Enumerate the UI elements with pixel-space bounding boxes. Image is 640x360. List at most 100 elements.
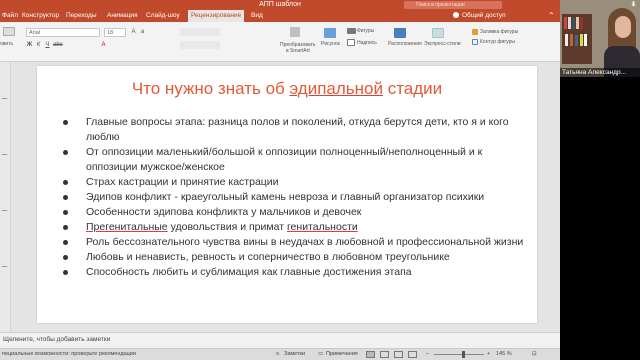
search-input[interactable]: Поиск в презентации — [404, 1, 502, 9]
bullet-text: Любовь и ненависть, ревность и соперниче… — [86, 251, 450, 263]
tab-slideshow[interactable]: Слайд-шоу — [146, 10, 180, 22]
outline-label: Контур фигуры — [480, 39, 515, 45]
share-icon — [453, 12, 459, 18]
slide-title-part: стадии — [382, 79, 443, 98]
slideshow-view-icon[interactable] — [408, 351, 417, 358]
slide-title[interactable]: Что нужно знать об эдипальной стадии — [37, 79, 537, 99]
tab-transitions[interactable]: Переходы — [66, 10, 97, 22]
strikethrough-icon[interactable]: abc — [53, 42, 63, 49]
participant-name: Татьяна Александр... — [560, 68, 640, 77]
shapes-icon[interactable] — [347, 28, 356, 34]
microphone-icon — [631, 1, 636, 7]
book — [575, 35, 578, 46]
chevron-up-icon[interactable]: ⌃ — [548, 12, 556, 20]
bullet-text: Эдипов конфликт - краеугольный камень не… — [86, 191, 485, 203]
comments-button[interactable]: Примечания — [326, 349, 358, 360]
bullet-item[interactable]: Способность любить и сублимация как глав… — [57, 265, 525, 280]
normal-view-icon[interactable] — [366, 351, 375, 358]
status-bar: пециальные возможности: проверьте рекоме… — [0, 348, 560, 360]
arrange-icon[interactable] — [394, 28, 406, 38]
bullet-item[interactable]: Особенности эдипова конфликта у мальчико… — [57, 205, 525, 220]
alignment-group — [180, 41, 220, 49]
zoom-slider[interactable] — [434, 354, 484, 355]
bullet-text: удовольствия и примат — [167, 221, 287, 233]
zoom-slider-handle[interactable] — [462, 351, 465, 358]
picture-icon[interactable] — [324, 28, 336, 38]
fit-slide-icon[interactable]: ⊡ — [532, 349, 537, 360]
thumbnail-marker[interactable] — [2, 98, 7, 99]
comments-icon[interactable]: ▭ — [318, 349, 323, 360]
paragraph-group — [180, 28, 220, 36]
thumbnail-marker[interactable] — [2, 210, 7, 211]
tab-view[interactable]: Вид — [251, 10, 263, 22]
tab-animation[interactable]: Анимация — [107, 10, 138, 22]
bullet-item[interactable]: Эдипов конфликт - краеугольный камень не… — [57, 190, 525, 205]
bullet-item[interactable]: Страх кастрации и принятие кастрации — [57, 175, 525, 190]
webcam-panel: Татьяна Александр... — [560, 0, 640, 360]
slide-title-misspelled-word: эдипальной — [289, 79, 383, 98]
font-size-select[interactable]: 18 — [104, 28, 126, 37]
book — [564, 17, 567, 29]
notes-toggle-button[interactable]: Заметки — [284, 349, 305, 360]
slide-title-part: Что нужно знать об — [131, 79, 290, 98]
smartart-label-2: в SmartArt — [286, 48, 310, 54]
underline-icon[interactable]: Ч — [44, 42, 51, 49]
sorter-view-icon[interactable] — [380, 351, 389, 358]
bullet-item[interactable]: Главные вопросы этапа: разница полов и п… — [57, 115, 525, 145]
zoom-out-icon[interactable]: – — [426, 349, 429, 360]
font-grow-icon[interactable]: A — [130, 29, 137, 36]
outline-icon[interactable] — [472, 39, 478, 45]
thumbnail-marker[interactable] — [2, 266, 7, 267]
slide-editing-area[interactable]: Что нужно знать об эдипальной стадии Гла… — [11, 62, 560, 332]
quick-styles-label: Экспресс-стили — [424, 41, 461, 47]
font-name-select[interactable]: Arial — [26, 28, 100, 37]
smartart-icon[interactable] — [290, 27, 300, 37]
shapes-label: Фигуры — [357, 28, 375, 34]
quick-styles-icon[interactable] — [432, 28, 444, 38]
bullet-item[interactable]: От оппозиции маленький/большой к оппозиц… — [57, 145, 525, 175]
slide[interactable]: Что нужно знать об эдипальной стадии Гла… — [37, 66, 537, 323]
bullet-item[interactable]: Любовь и ненависть, ревность и соперниче… — [57, 250, 525, 265]
bullet-list[interactable]: Главные вопросы этапа: разница полов и п… — [57, 115, 525, 280]
reading-view-icon[interactable] — [394, 351, 403, 358]
slide-thumbnails-panel[interactable] — [0, 62, 11, 332]
ribbon-tabs: Файл Конструктор Переходы Анимация Слайд… — [0, 10, 560, 22]
bullet-text-misspelled: Прегенитальные — [86, 221, 168, 233]
bold-icon[interactable]: Ж — [26, 42, 33, 49]
notes-toggle-icon[interactable]: ≡ — [276, 349, 279, 360]
font-shrink-icon[interactable]: a — [139, 29, 146, 36]
tab-file[interactable]: Файл — [2, 10, 18, 22]
bullet-text: Страх кастрации и принятие кастрации — [86, 176, 279, 188]
font-color-icon[interactable]: A — [100, 42, 107, 49]
textbox-label: Надпись — [357, 40, 377, 46]
notes-placeholder[interactable]: Щелкните, чтобы добавить заметки — [3, 333, 110, 347]
bullet-text: Особенности эдипова конфликта у мальчико… — [86, 206, 362, 218]
layout-button[interactable]: овить — [0, 24, 18, 60]
notes-pane[interactable]: Щелкните, чтобы добавить заметки — [0, 332, 560, 348]
book — [580, 34, 583, 46]
picture-label: Рисунок — [321, 41, 340, 47]
thumbnail-marker[interactable] — [2, 154, 7, 155]
italic-icon[interactable]: К — [35, 42, 42, 49]
ribbon: овить Arial 18 A a Ж К Ч abc A Преобразо… — [0, 22, 560, 62]
bullet-item[interactable]: Прегенитальные удовольствия и примат ген… — [57, 220, 525, 235]
book — [568, 17, 571, 29]
bullet-item[interactable]: Роль бессознательного чувства вины в неу… — [57, 235, 525, 250]
zoom-level[interactable]: 145 % — [496, 349, 512, 360]
zoom-in-icon[interactable]: + — [487, 349, 490, 360]
textbox-icon[interactable] — [347, 39, 355, 46]
tab-review[interactable]: Рецензирование — [188, 10, 245, 22]
bullet-text: Главные вопросы этапа: разница полов и п… — [86, 116, 509, 143]
layout-label: овить — [0, 41, 14, 47]
book — [565, 34, 568, 46]
arrange-label: Расположение — [388, 41, 422, 47]
layout-icon — [3, 27, 15, 36]
bullet-text: Способность любить и сублимация как глав… — [86, 266, 412, 278]
tab-design[interactable]: Конструктор — [22, 10, 59, 22]
fill-icon[interactable] — [472, 29, 478, 35]
book — [570, 34, 573, 46]
book — [576, 17, 579, 29]
accessibility-status[interactable]: пециальные возможности: проверьте рекоме… — [2, 349, 136, 360]
bullet-text-misspelled: генитальности — [286, 221, 358, 233]
share-button[interactable]: Общий доступ — [462, 11, 506, 21]
